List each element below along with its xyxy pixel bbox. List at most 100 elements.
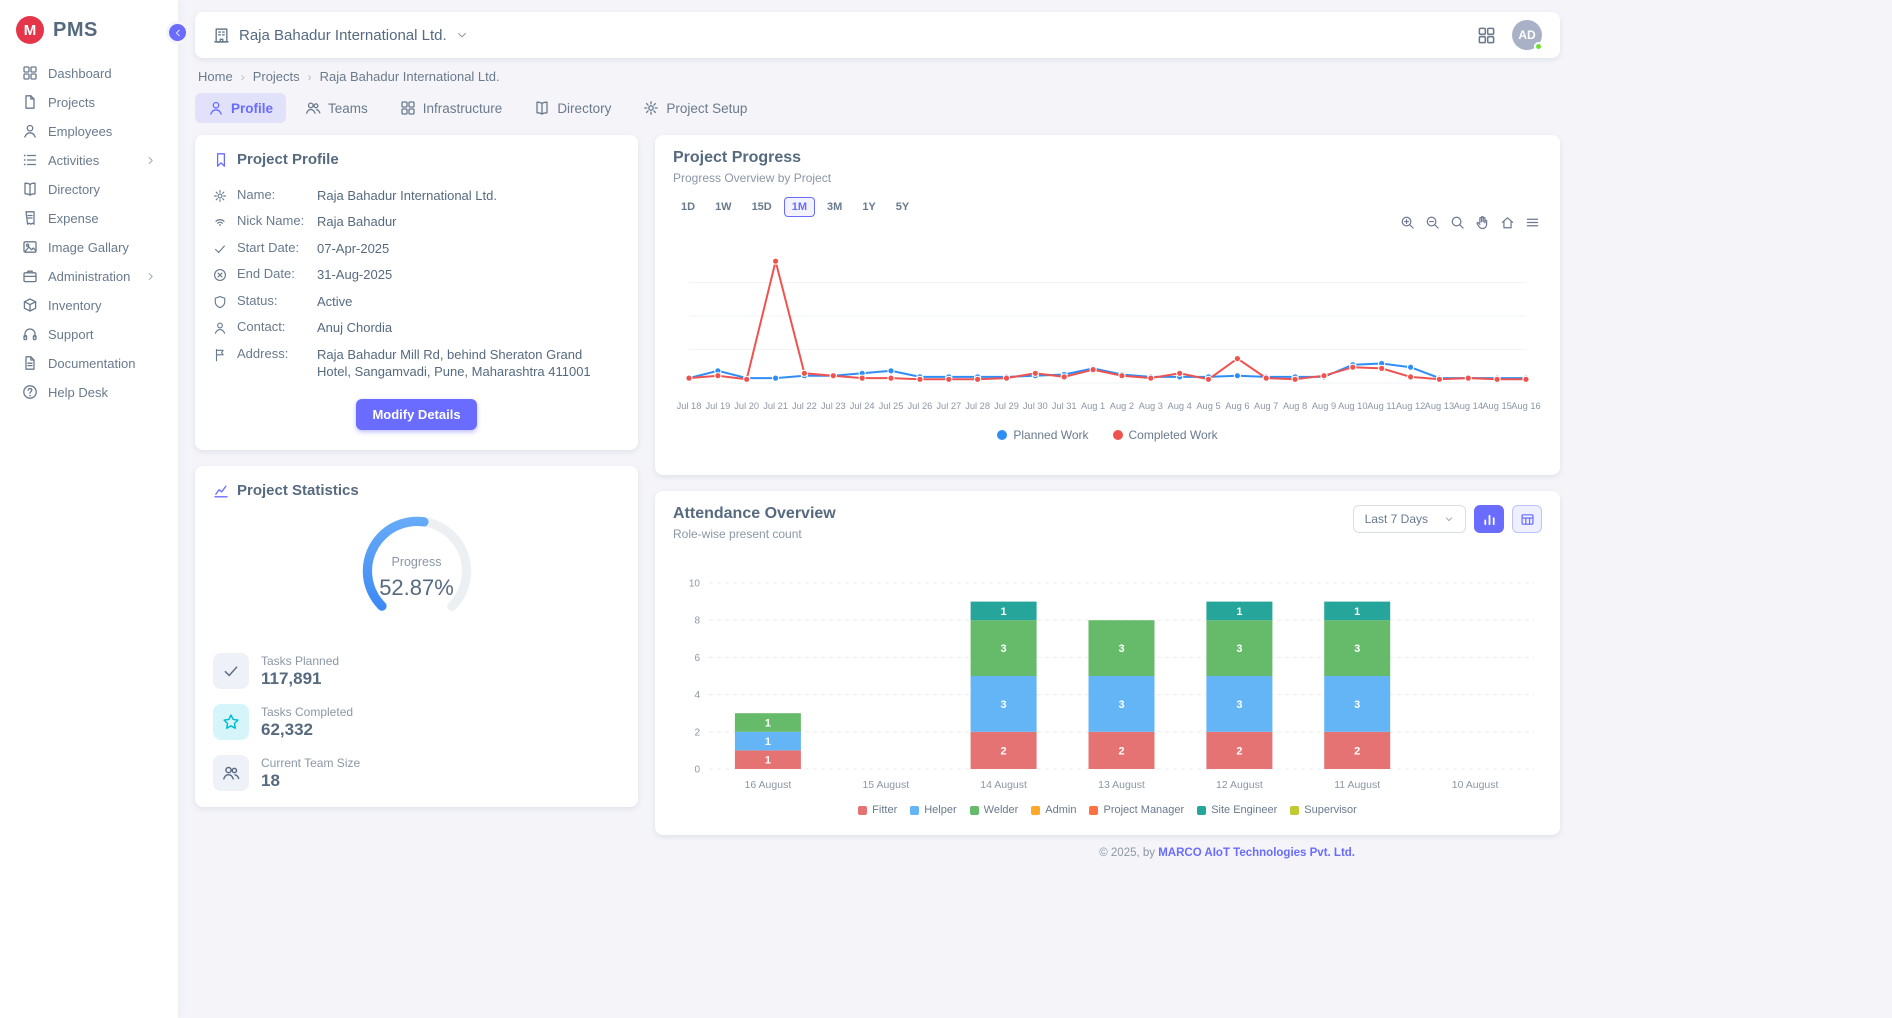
project-progress-chart[interactable]: Jul 18Jul 19Jul 20Jul 21Jul 22Jul 23Jul … bbox=[673, 231, 1542, 423]
range-button-5y[interactable]: 5Y bbox=[888, 197, 917, 217]
range-button-15d[interactable]: 15D bbox=[744, 197, 780, 217]
profile-card-title: Project Profile bbox=[237, 151, 339, 168]
magnifier-icon[interactable] bbox=[1450, 215, 1465, 234]
gauge-label: Progress bbox=[355, 555, 479, 569]
breadcrumb-item-projects[interactable]: Projects bbox=[253, 69, 300, 84]
company-selector[interactable]: Raja Bahadur International Ltd. bbox=[213, 27, 468, 44]
bookmark-icon bbox=[213, 152, 229, 168]
apps-grid-button[interactable] bbox=[1477, 26, 1496, 45]
progress-chart-subtitle: Progress Overview by Project bbox=[673, 171, 1542, 185]
svg-text:1: 1 bbox=[765, 755, 771, 767]
svg-text:Jul 29: Jul 29 bbox=[994, 401, 1019, 411]
sidebar-item-dashboard[interactable]: Dashboard bbox=[6, 59, 172, 87]
attendance-overview-card: Attendance Overview Role-wise present co… bbox=[655, 491, 1560, 835]
sidebar-item-administration[interactable]: Administration bbox=[6, 262, 172, 290]
field-value: Raja Bahadur International Ltd. bbox=[317, 187, 497, 205]
project-statistics-card: Project Statistics Progress 52.87% Tasks… bbox=[195, 466, 638, 807]
sidebar-item-activities[interactable]: Activities bbox=[6, 146, 172, 174]
question-icon bbox=[22, 384, 38, 400]
svg-text:Aug 12: Aug 12 bbox=[1396, 401, 1425, 411]
sidebar-item-help-desk[interactable]: Help Desk bbox=[6, 378, 172, 406]
breadcrumb-item-home[interactable]: Home bbox=[198, 69, 233, 84]
legend-helper[interactable]: Helper bbox=[910, 804, 956, 816]
online-status-dot bbox=[1534, 42, 1543, 51]
stat-current-team-size: Current Team Size18 bbox=[213, 755, 620, 791]
sidebar-item-support[interactable]: Support bbox=[6, 320, 172, 348]
progress-chart-title: Project Progress bbox=[673, 149, 801, 167]
svg-text:3: 3 bbox=[1118, 699, 1124, 711]
svg-text:Aug 7: Aug 7 bbox=[1254, 401, 1278, 411]
svg-text:2: 2 bbox=[694, 727, 700, 738]
menu-icon bbox=[1525, 215, 1540, 230]
sidebar-item-employees[interactable]: Employees bbox=[6, 117, 172, 145]
sidebar-item-expense[interactable]: Expense bbox=[6, 204, 172, 232]
legend-site-engineer[interactable]: Site Engineer bbox=[1197, 804, 1277, 816]
svg-text:3: 3 bbox=[1354, 699, 1360, 711]
range-button-1y[interactable]: 1Y bbox=[854, 197, 883, 217]
chevron-right-icon bbox=[145, 155, 156, 166]
zoom-in-icon bbox=[1400, 215, 1415, 230]
tab-teams[interactable]: Teams bbox=[292, 93, 381, 123]
svg-text:Aug 5: Aug 5 bbox=[1196, 401, 1220, 411]
modify-details-button[interactable]: Modify Details bbox=[356, 399, 476, 430]
legend-fitter[interactable]: Fitter bbox=[858, 804, 897, 816]
legend-welder[interactable]: Welder bbox=[970, 804, 1019, 816]
grid-icon bbox=[400, 100, 416, 116]
user-icon bbox=[22, 123, 38, 139]
table-view-toggle[interactable] bbox=[1512, 505, 1542, 533]
attendance-chart[interactable]: 024681011116 August15 August233114 Augus… bbox=[673, 575, 1542, 799]
chart-view-toggle[interactable] bbox=[1474, 505, 1504, 533]
range-button-1d[interactable]: 1D bbox=[673, 197, 703, 217]
dashboard-icon bbox=[22, 65, 38, 81]
svg-text:14 August: 14 August bbox=[980, 779, 1027, 791]
pan-hand-icon bbox=[1475, 215, 1490, 230]
svg-text:16 August: 16 August bbox=[745, 779, 792, 791]
apps-grid-icon bbox=[1477, 26, 1496, 45]
legend-project-manager[interactable]: Project Manager bbox=[1089, 804, 1184, 816]
range-button-1w[interactable]: 1W bbox=[707, 197, 740, 217]
field-label: Start Date: bbox=[237, 240, 307, 255]
svg-text:Aug 15: Aug 15 bbox=[1482, 401, 1511, 411]
sidebar-item-documentation[interactable]: Documentation bbox=[6, 349, 172, 377]
sidebar-item-projects[interactable]: Projects bbox=[6, 88, 172, 116]
legend-planned-work[interactable]: Planned Work bbox=[997, 428, 1088, 442]
footer-text: © 2025, by bbox=[1099, 847, 1158, 859]
svg-text:1: 1 bbox=[1001, 606, 1007, 618]
tab-label: Project Setup bbox=[666, 101, 747, 116]
sidebar-item-label: Documentation bbox=[48, 356, 135, 371]
tab-directory[interactable]: Directory bbox=[521, 93, 624, 123]
profile-field-nick-name-: Nick Name:Raja Bahadur bbox=[213, 209, 620, 236]
legend-admin[interactable]: Admin bbox=[1031, 804, 1076, 816]
footer-link[interactable]: MARCO AIoT Technologies Pvt. Ltd. bbox=[1158, 847, 1355, 859]
range-button-1m[interactable]: 1M bbox=[784, 197, 815, 217]
breadcrumb-separator: › bbox=[308, 70, 312, 84]
gauge-arc bbox=[355, 509, 479, 633]
tab-label: Infrastructure bbox=[423, 101, 503, 116]
home-icon[interactable] bbox=[1500, 215, 1515, 234]
app-logo[interactable]: M PMS bbox=[0, 0, 178, 58]
svg-text:Jul 27: Jul 27 bbox=[936, 401, 961, 411]
gauge-value: 52.87% bbox=[355, 575, 479, 601]
chart-line-icon bbox=[213, 483, 229, 499]
company-name: Raja Bahadur International Ltd. bbox=[239, 27, 447, 44]
file-icon bbox=[22, 94, 38, 110]
zoom-out-icon[interactable] bbox=[1425, 215, 1440, 234]
tab-infrastructure[interactable]: Infrastructure bbox=[387, 93, 516, 123]
menu-icon[interactable] bbox=[1525, 215, 1540, 234]
pan-hand-icon[interactable] bbox=[1475, 215, 1490, 234]
zoom-in-icon[interactable] bbox=[1400, 215, 1415, 234]
sidebar-item-label: Image Gallary bbox=[48, 240, 129, 255]
tab-project-setup[interactable]: Project Setup bbox=[630, 93, 760, 123]
sidebar-collapse-button[interactable] bbox=[166, 21, 189, 44]
sidebar-item-directory[interactable]: Directory bbox=[6, 175, 172, 203]
main-area: Raja Bahadur International Ltd. AD Home ›… bbox=[178, 0, 1892, 1018]
tab-profile[interactable]: Profile bbox=[195, 93, 286, 123]
legend-supervisor[interactable]: Supervisor bbox=[1290, 804, 1357, 816]
legend-completed-work[interactable]: Completed Work bbox=[1113, 428, 1218, 442]
sidebar-item-inventory[interactable]: Inventory bbox=[6, 291, 172, 319]
breadcrumb: Home›Projects›Raja Bahadur International… bbox=[195, 58, 1560, 90]
range-button-3m[interactable]: 3M bbox=[819, 197, 850, 217]
period-select[interactable]: Last 7 Days bbox=[1353, 505, 1466, 533]
avatar[interactable]: AD bbox=[1512, 20, 1542, 50]
sidebar-item-image-gallary[interactable]: Image Gallary bbox=[6, 233, 172, 261]
